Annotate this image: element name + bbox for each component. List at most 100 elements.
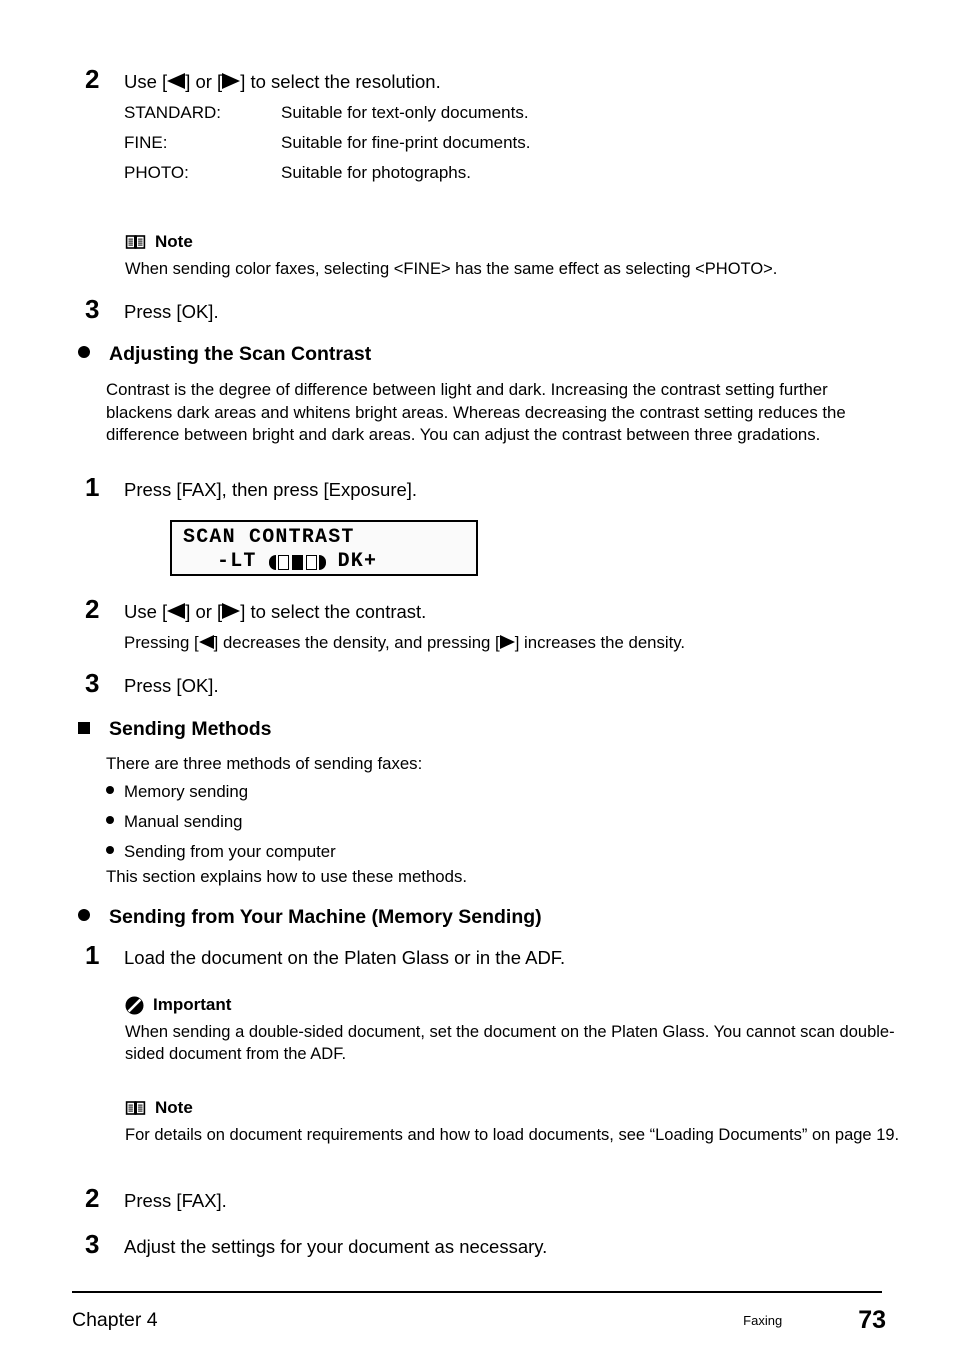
right-arrow-key — [222, 70, 241, 93]
note-header: Note — [125, 232, 945, 252]
intro-sending-methods: There are three methods of sending faxes… — [106, 754, 423, 773]
lcd-contrast-gauge — [268, 554, 326, 570]
right-arrow-key — [222, 600, 241, 623]
step-text-pre: Use [ — [124, 71, 168, 92]
step-text-mid: ] or [ — [185, 71, 223, 92]
right-arrow-icon — [222, 603, 241, 619]
list-item: Sending from your computer — [106, 842, 954, 862]
round-bullet-icon — [72, 906, 109, 929]
step-load-document: 1 Load the document on the Platen Glass … — [72, 942, 902, 969]
step-number: 2 — [85, 64, 100, 94]
step-instruction: Press [FAX], then press [Exposure]. — [124, 479, 418, 500]
definition-row: FINE: Suitable for fine-print documents. — [124, 134, 892, 151]
step-press-fax: 2 Press [FAX]. — [72, 1185, 902, 1212]
step-instruction: Use [ ] or [ ] to select the resolution. — [124, 70, 892, 93]
list-item: Manual sending — [106, 812, 954, 832]
heading-adjusting-scan-contrast: Adjusting the Scan Contrast — [72, 343, 892, 366]
footer-page-number: 73 — [858, 1305, 886, 1334]
paragraph-contrast-explanation: Contrast is the degree of difference bet… — [106, 380, 846, 444]
lcd-dark-label: DK+ — [337, 550, 378, 573]
gauge-cell — [277, 554, 289, 570]
heading-sending-methods: Sending Methods — [72, 718, 892, 741]
definition-term: STANDARD: — [124, 103, 221, 123]
step-adjust-settings: 3 Adjust the settings for your document … — [72, 1231, 902, 1258]
outro-sending-methods: This section explains how to use these m… — [106, 867, 467, 886]
important-label: Important — [153, 995, 232, 1014]
step-number: 1 — [85, 940, 100, 970]
step-instruction: Press [OK]. — [124, 675, 219, 696]
right-arrow-icon — [499, 635, 515, 650]
bullet-icon — [106, 846, 114, 854]
step-instruction: Load the document on the Platen Glass or… — [124, 947, 566, 968]
left-arrow-icon — [198, 635, 214, 650]
step-number: 2 — [85, 594, 100, 624]
gauge-left-cap-icon — [268, 554, 276, 570]
heading-label: Sending Methods — [109, 718, 272, 740]
open-book-icon — [125, 234, 146, 250]
heading-label: Adjusting the Scan Contrast — [109, 343, 372, 365]
important-callout: Important When sending a double-sided do… — [125, 995, 954, 1066]
note-label: Note — [155, 1098, 193, 1117]
heading-memory-sending: Sending from Your Machine (Memory Sendin… — [72, 906, 952, 929]
definition-row: STANDARD: Suitable for text-only documen… — [124, 104, 892, 121]
definition-term: FINE: — [124, 133, 168, 153]
important-body: When sending a double-sided document, se… — [125, 1023, 895, 1064]
gauge-cell — [305, 554, 317, 570]
left-arrow-key — [167, 70, 186, 93]
step-text-pre: Use [ — [124, 601, 168, 622]
list-item-label: Sending from your computer — [124, 842, 336, 861]
step-select-resolution: 2 Use [ ] or [ ] to select the resolution.… — [72, 66, 892, 194]
note-body: When sending color faxes, selecting <FIN… — [125, 260, 778, 278]
definition-description: Suitable for text-only documents. — [281, 103, 529, 123]
definition-description: Suitable for photographs. — [281, 163, 471, 183]
lcd-light-label: -LT — [217, 550, 257, 573]
gauge-cell-selected — [291, 554, 303, 570]
document-page: 2 Use [ ] or [ ] to select the resolution.… — [0, 0, 954, 1352]
list-item-label: Memory sending — [124, 782, 249, 801]
step-press-ok-contrast: 3 Press [OK]. — [72, 670, 892, 697]
lcd-display-panel: SCAN CONTRAST -LT DK+ — [170, 520, 478, 576]
right-arrow-icon — [222, 73, 241, 89]
left-arrow-icon — [167, 603, 186, 619]
step-text-post: ] to select the contrast. — [240, 601, 427, 622]
important-header: Important — [125, 995, 954, 1015]
bullet-icon — [106, 786, 114, 794]
step-number: 1 — [85, 472, 100, 502]
footer-chapter: Chapter 4 — [72, 1308, 158, 1331]
square-bullet-icon — [72, 718, 109, 741]
note-label: Note — [155, 232, 193, 251]
step-instruction: Press [FAX]. — [124, 1190, 227, 1211]
left-arrow-key — [167, 600, 186, 623]
step-instruction: Use [] or [] to select the contrast. — [124, 600, 892, 623]
step-number: 2 — [85, 1183, 100, 1213]
step-subtext: Pressing [ ] decreases the density, and p… — [124, 631, 892, 653]
note-callout-loading: Note For details on document requirement… — [125, 1098, 954, 1146]
list-item-label: Manual sending — [124, 812, 243, 831]
open-book-icon — [125, 1100, 146, 1116]
step-instruction: Adjust the settings for your document as… — [124, 1236, 548, 1257]
no-entry-slash-icon — [125, 996, 144, 1015]
step-instruction: Press [OK]. — [124, 301, 219, 322]
footer-section: Faxing — [743, 1312, 783, 1328]
note-callout-resolution: Note When sending color faxes, selecting… — [125, 232, 945, 280]
bullet-icon — [106, 816, 114, 824]
lcd-line-1: SCAN CONTRAST — [183, 526, 355, 549]
step-number: 3 — [85, 1229, 100, 1259]
definition-description: Suitable for fine-print documents. — [281, 133, 531, 153]
step-press-fax-exposure: 1 Press [FAX], then press [Exposure]. — [72, 474, 892, 501]
step-press-ok-resolution: 3 Press [OK]. — [72, 296, 892, 323]
lcd-line-2: -LT DK+ — [183, 550, 476, 574]
note-body: For details on document requirements and… — [125, 1126, 900, 1144]
step-number: 3 — [85, 668, 100, 698]
right-arrow-key-small — [499, 631, 515, 653]
footer-divider — [72, 1291, 882, 1293]
round-bullet-icon — [72, 343, 109, 366]
substep-text-pre: Pressing [ — [124, 633, 199, 653]
definition-term: PHOTO: — [124, 163, 189, 183]
resolution-definition-list: STANDARD: Suitable for text-only documen… — [124, 104, 892, 181]
step-text-post: ] to select the resolution. — [240, 71, 441, 92]
substep-text-mid: ] decreases the density, and pressing [ — [213, 633, 500, 653]
left-arrow-key-small — [198, 631, 214, 653]
substep-text-post: ] increases the density. — [514, 633, 686, 653]
definition-row: PHOTO: Suitable for photographs. — [124, 164, 892, 181]
